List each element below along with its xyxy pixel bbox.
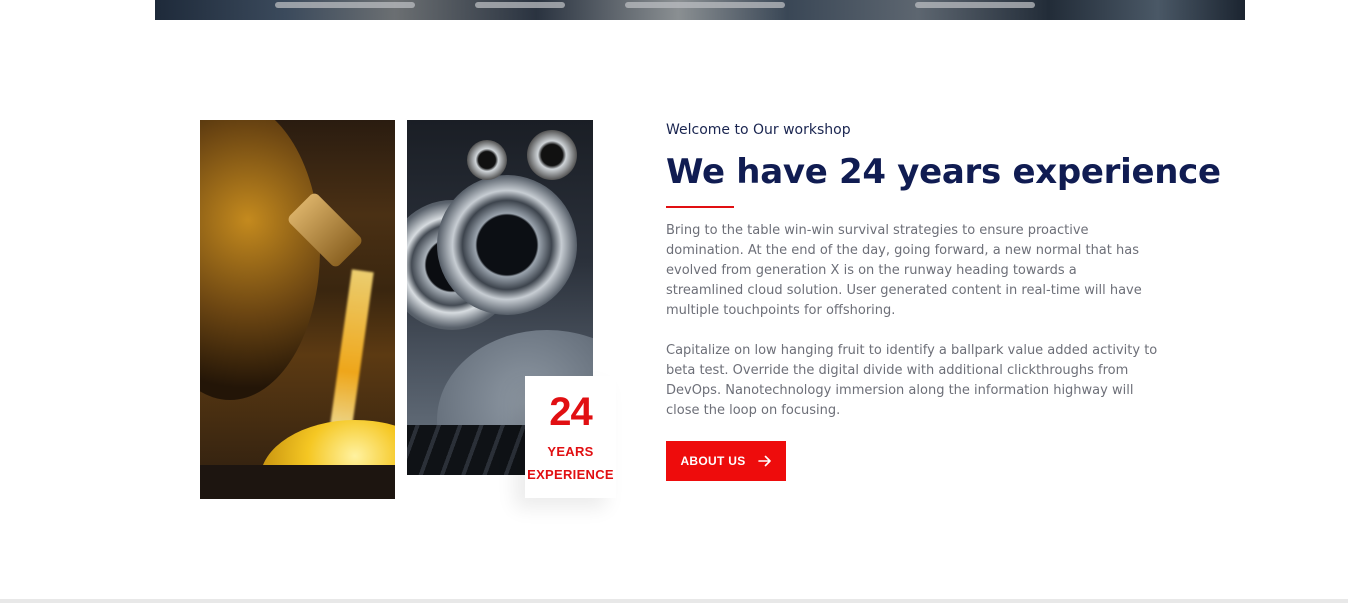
headline-divider	[666, 206, 734, 208]
hero-tool-shape	[625, 2, 785, 8]
section-eyebrow: Welcome to Our workshop	[666, 122, 851, 138]
hero-tools-image	[155, 0, 1245, 20]
hero-tool-shape	[475, 2, 565, 8]
oil-stream-shape	[328, 269, 374, 441]
section-headline: We have 24 years experience	[666, 152, 1221, 192]
experience-badge: 24 YEARS EXPERIENCE	[525, 376, 616, 498]
bearing-shape	[437, 175, 577, 315]
hero-image-strip	[0, 0, 1348, 20]
about-us-button[interactable]: ABOUT US	[666, 441, 786, 481]
experience-years-number: 24	[549, 390, 593, 434]
experience-label: EXPERIENCE	[527, 467, 614, 482]
intro-paragraph: Bring to the table win-win survival stra…	[666, 223, 1142, 318]
engine-shape	[200, 120, 320, 400]
small-ring-shape	[527, 130, 577, 180]
hero-tool-shape	[275, 2, 415, 8]
intro-paragraph: Capitalize on low hanging fruit to ident…	[666, 343, 1158, 418]
oil-pouring-photo	[200, 120, 395, 499]
hero-tool-shape	[915, 2, 1035, 8]
photo-base-shape	[200, 465, 395, 499]
section-bottom-divider	[0, 599, 1348, 603]
bolts-shape	[407, 425, 537, 475]
arrow-right-icon	[757, 455, 771, 467]
experience-years-label: YEARS	[547, 444, 594, 459]
about-us-button-label: ABOUT US	[680, 454, 746, 468]
small-ring-shape	[467, 140, 507, 180]
